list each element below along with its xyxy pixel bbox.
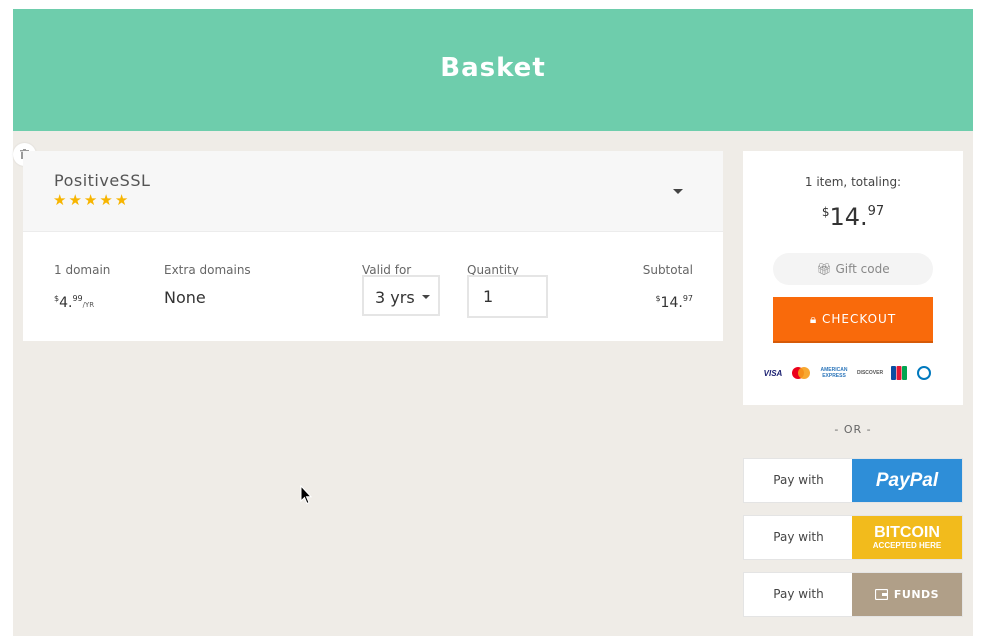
diners-club-icon [913,366,935,380]
product-name: PositiveSSL [54,171,151,190]
extra-domains-value: None [164,288,206,307]
star-icon: ★ [53,191,67,209]
wallet-icon [874,589,888,600]
pay-with-funds-button[interactable]: Pay with FUNDS [743,572,963,617]
valid-for-value: 3 yrs [375,288,415,307]
payment-cards: VISA AMERICAN EXPRESS DISCOVER [761,361,947,385]
domain-price: $4.99/YR [54,294,95,311]
page-title: Basket [440,53,546,83]
subtotal-price: $14.97 [655,294,693,311]
or-divider: - OR - [834,423,872,436]
items-totaling: 1 item, totaling: [804,175,902,189]
bitcoin-logo: BITCOIN ACCEPTED HERE [852,516,962,559]
paypal-logo: PayPal [852,459,962,502]
product-card: PositiveSSL ★ ★ ★ ★ ★ 1 domain $4.99/YR … [23,151,723,341]
visa-card-icon: VISA [763,368,783,378]
amex-card-icon: AMERICAN EXPRESS [820,367,848,379]
pay-with-label: Pay with [773,587,824,601]
pay-with-label: Pay with [773,530,824,544]
star-icon: ★ [68,191,82,209]
star-icon: ★ [83,191,98,209]
basket-header: Basket [13,9,973,131]
subtotal-label: Subtotal [642,263,693,277]
star-icon: ★ [114,191,129,209]
funds-logo: FUNDS [852,573,962,616]
mastercard-icon [789,366,813,380]
checkout-button[interactable]: 🔒︎ CHECKOUT [773,297,933,341]
chevron-down-icon [422,295,430,299]
quantity-input[interactable] [481,286,545,307]
extra-domains-label: Extra domains [164,263,251,277]
pay-with-label: Pay with [773,473,824,487]
lock-icon: 🔒︎ [809,311,818,326]
order-summary: 1 item, totaling: $14.97 🎁︎ Gift code 🔒︎… [743,151,963,405]
gift-icon: 🎁︎ [816,262,832,276]
total-price: $14.97 [821,203,885,231]
expand-caret-icon[interactable] [673,189,683,194]
discover-card-icon: DISCOVER [856,370,884,376]
product-header[interactable]: PositiveSSL ★ ★ ★ ★ ★ [23,151,723,232]
valid-for-select[interactable]: 3 yrs [362,275,440,316]
page-frame: Basket PositiveSSL ★ ★ ★ ★ ★ 1 domain $4… [13,9,973,636]
jcb-card-icon [889,366,909,380]
gift-code-button[interactable]: 🎁︎ Gift code [773,253,933,285]
rating-stars: ★ ★ ★ ★ ★ [53,193,128,208]
quantity-field[interactable] [467,275,548,318]
pay-with-paypal-button[interactable]: Pay with PayPal [743,458,963,503]
star-icon: ★ [99,191,113,209]
domain-label: 1 domain [54,263,111,277]
pay-with-bitcoin-button[interactable]: Pay with BITCOIN ACCEPTED HERE [743,515,963,560]
mouse-cursor-icon [300,485,312,505]
